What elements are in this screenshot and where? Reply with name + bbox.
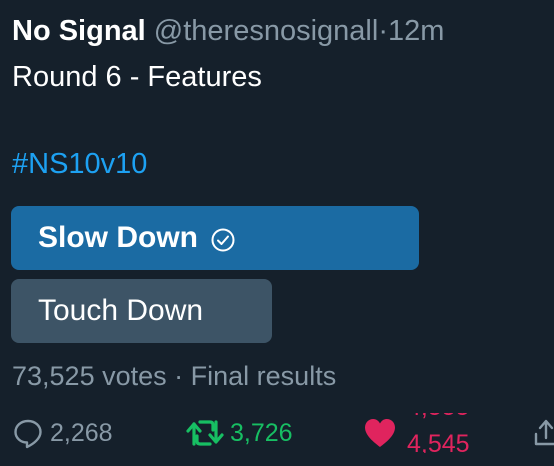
poll-results-summary: 73,525 votes · Final results	[12, 358, 336, 394]
reply-button[interactable]: 2,268	[12, 413, 113, 453]
reply-count: 2,268	[50, 418, 113, 447]
share-icon	[533, 417, 554, 449]
author-handle[interactable]: @theresnosignall	[154, 15, 379, 47]
share-button[interactable]	[533, 413, 554, 453]
retweet-count: 3,726	[230, 418, 293, 447]
retweet-arrows-icon	[186, 418, 224, 448]
time-separator: ·	[378, 15, 388, 47]
tweet: No Signal @theresnosignall·12m Round 6 -…	[0, 0, 554, 466]
heart-icon	[363, 417, 397, 449]
results-separator: ·	[174, 361, 184, 391]
author-name[interactable]: No Signal	[12, 15, 146, 47]
poll-option-winner: Slow Down	[11, 206, 419, 270]
like-count-previous: 4,555	[407, 413, 470, 422]
check-circle-icon	[211, 226, 235, 252]
poll-status: Final results	[190, 361, 337, 391]
poll-option: Touch Down	[11, 279, 272, 343]
poll-option-label: Touch Down	[38, 294, 204, 327]
hashtag-link[interactable]: #NS10v10	[12, 145, 147, 183]
tweet-text: Round 6 - Features	[12, 61, 262, 93]
retweet-button[interactable]: 3,726	[186, 413, 293, 453]
like-count: 4,545	[407, 430, 470, 453]
reply-bubble-icon	[12, 417, 44, 449]
tweet-header: No Signal @theresnosignall·12m	[12, 12, 444, 50]
poll-option-label: Slow Down	[38, 221, 198, 254]
tweet-time[interactable]: 12m	[388, 15, 444, 47]
vote-count: 73,525 votes	[12, 361, 167, 391]
like-count-ticker: 4,555 4,545	[407, 413, 497, 453]
like-button[interactable]: 4,555 4,545	[363, 413, 497, 453]
